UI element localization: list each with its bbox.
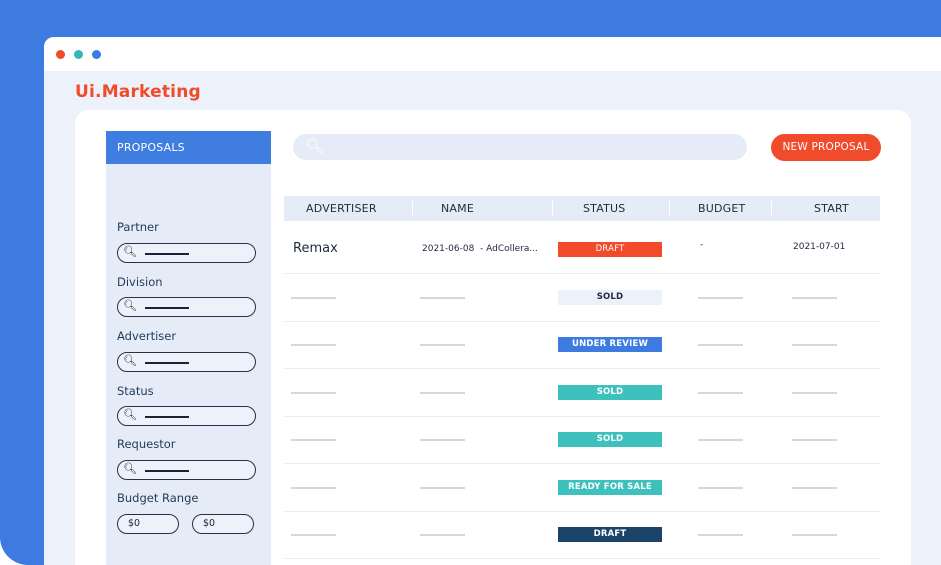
status-badge: SOLD [558, 385, 662, 400]
search-icon: 🔍︎ [123, 354, 137, 367]
cell-advertiser: Remax [293, 241, 338, 256]
cell-start: 2021-07-01 [793, 242, 846, 252]
search-icon: 🔍︎ [123, 462, 137, 475]
placeholder-line [420, 487, 465, 489]
title-bar [44, 37, 941, 71]
status-badge: SOLD [558, 290, 662, 305]
advertiser-filter-input[interactable]: 🔍︎ [117, 352, 256, 372]
placeholder-line [698, 392, 743, 394]
status-badge: SOLD [558, 432, 662, 447]
status-badge: UNDER REVIEW [558, 337, 662, 352]
placeholder-line [698, 439, 743, 441]
column-header-advertiser[interactable]: ADVERTISER [306, 202, 377, 215]
status-badge: READY FOR SALE [558, 480, 662, 495]
filter-label-requestor: Requestor [117, 437, 176, 451]
minimize-dot[interactable] [74, 50, 83, 59]
maximize-dot[interactable] [92, 50, 101, 59]
column-header-name[interactable]: NAME [441, 202, 474, 215]
column-header-budget[interactable]: BUDGET [698, 202, 745, 215]
placeholder-line [420, 297, 465, 299]
filter-label-budget-range: Budget Range [117, 491, 199, 505]
placeholder-line [698, 344, 743, 346]
filter-sidebar: PROPOSALS Partner 🔍︎ Division 🔍︎ Adverti… [106, 131, 271, 565]
placeholder-line [792, 392, 837, 394]
search-icon: 🔍︎ [305, 137, 325, 155]
filter-label-partner: Partner [117, 220, 159, 234]
filter-label-division: Division [117, 275, 163, 289]
placeholder-line [291, 344, 336, 346]
budget-max-input[interactable]: $0 [192, 514, 254, 534]
close-dot[interactable] [56, 50, 65, 59]
budget-min-input[interactable]: $0 [117, 514, 179, 534]
cell-budget: - [700, 240, 704, 250]
placeholder-line [291, 297, 336, 299]
requestor-filter-input[interactable]: 🔍︎ [117, 460, 256, 480]
brand-logo: Ui.Marketing [75, 82, 201, 102]
placeholder-line [291, 392, 336, 394]
search-icon: 🔍︎ [123, 245, 137, 258]
new-proposal-button[interactable]: NEW PROPOSAL [771, 134, 881, 161]
placeholder-line [698, 487, 743, 489]
app-window: Ui.Marketing PROPOSALS Partner 🔍︎ Divisi… [44, 37, 941, 565]
search-icon: 🔍︎ [123, 299, 137, 312]
main-panel: PROPOSALS Partner 🔍︎ Division 🔍︎ Adverti… [75, 110, 911, 565]
placeholder-line [792, 297, 837, 299]
placeholder-line [792, 439, 837, 441]
placeholder-line [420, 439, 465, 441]
status-badge: DRAFT [558, 527, 662, 542]
status-filter-input[interactable]: 🔍︎ [117, 406, 256, 426]
filter-label-status: Status [117, 384, 154, 398]
search-icon: 🔍︎ [123, 408, 137, 421]
placeholder-line [792, 344, 837, 346]
status-badge: DRAFT [558, 242, 662, 257]
division-filter-input[interactable]: 🔍︎ [117, 297, 256, 317]
table-header: ADVERTISER NAME STATUS BUDGET START [284, 196, 880, 221]
placeholder-line [291, 439, 336, 441]
placeholder-line [291, 487, 336, 489]
placeholder-line [420, 534, 465, 536]
placeholder-line [291, 534, 336, 536]
budget-range-inputs: $0 $0 [117, 514, 267, 534]
sidebar-header-proposals[interactable]: PROPOSALS [106, 131, 271, 164]
partner-filter-input[interactable]: 🔍︎ [117, 243, 256, 263]
search-input[interactable]: 🔍︎ [293, 134, 747, 160]
filter-label-advertiser: Advertiser [117, 329, 177, 343]
column-header-start[interactable]: START [814, 202, 849, 215]
placeholder-line [792, 487, 837, 489]
placeholder-line [420, 392, 465, 394]
column-header-status[interactable]: STATUS [583, 202, 625, 215]
placeholder-line [792, 534, 837, 536]
cell-name: 2021-06-08 - AdCollera... [422, 244, 538, 254]
placeholder-line [698, 297, 743, 299]
placeholder-line [420, 344, 465, 346]
placeholder-line [698, 534, 743, 536]
